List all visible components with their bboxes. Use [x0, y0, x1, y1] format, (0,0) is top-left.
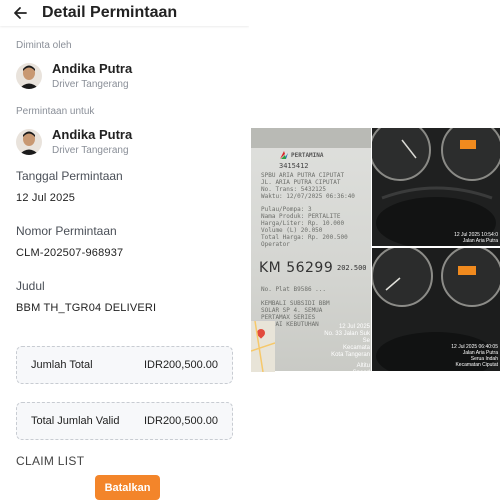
receipt-brand: PERTAMINA — [291, 152, 324, 159]
dashboard-photo-2[interactable]: 12 Jul 2025 06:40:05 Jalan Aria Putra Se… — [372, 248, 500, 371]
total-amount-label: Jumlah Total — [31, 359, 93, 371]
avatar — [16, 128, 42, 155]
requester-name: Andika Putra — [52, 61, 133, 76]
receipt-top-shadow — [251, 128, 371, 148]
total-valid-box: Total Jumlah Valid IDR200,500.00 — [16, 402, 233, 440]
receipt-line: SPBU ARIA PUTRA CIPUTAT — [261, 172, 345, 179]
photo2-district: Kecamatan Ciputat — [455, 362, 498, 368]
request-date-value: 12 Jul 2025 — [16, 192, 76, 204]
overlay-speed: Speed — [352, 370, 370, 376]
receipt-footer-line: SOLAR SP 4. SEMUA — [261, 307, 323, 314]
receipt-line: No. Trans: 5432125 — [261, 186, 327, 193]
receipt-line: Pulau/Pompa: 3 — [261, 206, 312, 213]
receipt-km-note: KM 56299 — [259, 260, 334, 276]
overlay-city: Kota Tangeran — [331, 352, 370, 358]
requester-card: Andika Putra Driver Tangerang — [16, 61, 233, 90]
receipt-line: Harga/Liter: Rp. 10.000 — [261, 220, 345, 227]
receipt-station-no: 3415412 — [279, 162, 309, 170]
receipt-footer-line: KEMBALI SUBSIDI BBM — [261, 300, 330, 307]
pertamina-logo-icon — [280, 151, 288, 159]
receipt-plate-line: No. Plat B9586 ... — [261, 286, 327, 293]
overlay-line2: Se — [362, 338, 370, 344]
requested-by-label: Diminta oleh — [16, 40, 72, 51]
total-amount-box: Jumlah Total IDR200,500.00 — [16, 346, 233, 384]
location-overlay: 12 Jul 2025 No. 33 Jalan Suk Se Kecamata… — [300, 324, 370, 377]
receipt-line: Total Harga: Rp. 200.500 — [261, 234, 348, 241]
receipt-line: Nama Produk: PERTALITE — [261, 213, 341, 220]
page-title: Detail Permintaan — [42, 4, 178, 21]
total-valid-label: Total Jumlah Valid — [31, 415, 120, 427]
requester-role: Driver Tangerang — [52, 79, 129, 90]
requested-for-role: Driver Tangerang — [52, 145, 129, 156]
request-date-label: Tanggal Permintaan — [16, 169, 123, 183]
dashboard-photo-1[interactable]: 12 Jul 2025 10:54:0 Jalan Aria Putra — [372, 128, 500, 246]
receipt-line: Volume (L) 20.050 — [261, 227, 323, 234]
claim-list-heading: CLAIM LIST — [16, 454, 85, 468]
total-amount-value: IDR200,500.00 — [144, 359, 218, 371]
total-valid-value: IDR200,500.00 — [144, 415, 218, 427]
receipt-line: JL. ARIA PUTRA CIPUTAT — [261, 179, 341, 186]
request-detail-screen: Detail Permintaan Diminta oleh Andika Pu… — [0, 0, 249, 500]
subject-label: Judul — [16, 279, 45, 293]
overlay-altitude: Altitu — [356, 363, 370, 369]
request-number-value: CLM-202507-968937 — [16, 247, 124, 259]
receipt-price-note: 202.500 — [337, 264, 367, 272]
arrow-left-icon[interactable] — [12, 4, 30, 22]
receipt-line: Operator — [261, 241, 290, 248]
requested-for-name: Andika Putra — [52, 127, 133, 142]
photo1-address: Jalan Aria Putra — [462, 238, 498, 244]
subject-value: BBM TH_TGR04 DELIVERI — [16, 302, 157, 314]
overlay-street: No. 33 Jalan Suk — [324, 331, 370, 337]
request-number-label: Nomor Permintaan — [16, 224, 117, 238]
cancel-button[interactable]: Batalkan — [95, 475, 160, 500]
overlay-district: Kecamata — [342, 345, 370, 351]
requested-for-label: Permintaan untuk — [16, 106, 95, 117]
avatar — [16, 62, 42, 89]
app-header: Detail Permintaan — [0, 0, 249, 26]
overlay-date: 12 Jul 2025 — [338, 324, 370, 330]
map-thumbnail — [251, 320, 275, 372]
requested-for-card: Andika Putra Driver Tangerang — [16, 127, 233, 156]
receipt-line: Waktu: 12/07/2025 06:36:40 — [261, 193, 355, 200]
